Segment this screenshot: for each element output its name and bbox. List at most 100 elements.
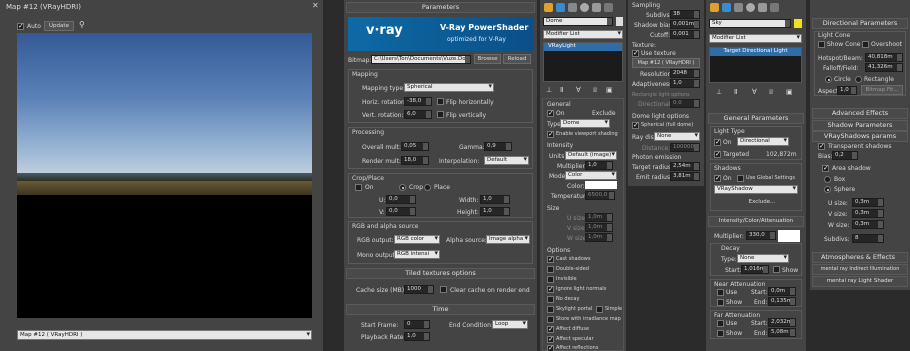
vrayshadows-rollout[interactable]: VRayShadows params bbox=[812, 131, 908, 142]
shadow-params-rollout[interactable]: Shadow Parameters bbox=[812, 120, 908, 131]
motion-tab-icon[interactable] bbox=[580, 3, 589, 12]
dome-type-dropdown[interactable]: Dome bbox=[560, 119, 610, 128]
overshoot-checkbox[interactable] bbox=[862, 41, 869, 48]
show-end-result-icon[interactable]: Ⅱ bbox=[560, 86, 563, 94]
far-end-field[interactable]: 5,08m bbox=[768, 328, 796, 337]
falloff-field[interactable]: 41,326m bbox=[865, 63, 903, 72]
parameters-rollout[interactable]: Parameters bbox=[346, 2, 535, 13]
sky-multiplier-field[interactable]: 330,0 bbox=[746, 231, 776, 240]
targeted-checkbox[interactable] bbox=[714, 150, 721, 158]
modify-tab-icon[interactable] bbox=[556, 3, 565, 12]
auto-checkbox[interactable] bbox=[17, 22, 24, 30]
shadows-on-checkbox[interactable] bbox=[714, 174, 721, 182]
u-size-field[interactable]: 1,0m bbox=[585, 213, 613, 222]
sphere-radio[interactable] bbox=[824, 186, 831, 193]
distance-field[interactable]: 100000,0 bbox=[670, 143, 700, 152]
shadow-w-size-field[interactable]: 0,3m bbox=[852, 220, 884, 229]
w-size-field[interactable]: 1,0m bbox=[585, 233, 613, 242]
shadow-subdivs-field[interactable]: 8 bbox=[852, 234, 884, 243]
end-condition-dropdown[interactable]: Loop bbox=[492, 320, 528, 329]
sky-on-checkbox[interactable] bbox=[714, 138, 721, 146]
shadow-bias-field[interactable]: 0,001m bbox=[670, 20, 700, 29]
decay-type-dropdown[interactable]: None bbox=[737, 254, 789, 263]
near-show-checkbox[interactable] bbox=[717, 299, 724, 306]
v-field[interactable]: 0,0 bbox=[386, 207, 416, 216]
temperature-field[interactable]: 6500,0 bbox=[585, 191, 615, 200]
flip-vertically-checkbox[interactable] bbox=[437, 111, 444, 118]
show-cone-checkbox[interactable] bbox=[818, 41, 825, 48]
intensity-rollout[interactable]: Intensity/Color/Attenuation bbox=[708, 216, 804, 227]
width-field[interactable]: 1,0 bbox=[480, 195, 510, 204]
render-mult-field[interactable]: 18,0 bbox=[401, 156, 429, 165]
resolution-field[interactable]: 2048 bbox=[670, 69, 700, 78]
exclude-button[interactable]: Exclude... bbox=[739, 198, 785, 208]
place-radio[interactable] bbox=[424, 184, 431, 191]
gamma-field[interactable]: 0,9 bbox=[484, 142, 512, 151]
dome-color-swatch[interactable] bbox=[616, 17, 623, 26]
option-affect-diffuse-checkbox[interactable] bbox=[547, 325, 554, 333]
height-field[interactable]: 1,0 bbox=[480, 207, 510, 216]
shadow-v-size-field[interactable]: 0,3m bbox=[852, 209, 884, 218]
dome-stack-item[interactable]: VRayLight bbox=[544, 43, 622, 51]
sky-modifier-list[interactable]: Modifier List bbox=[709, 34, 802, 43]
directional-params-rollout[interactable]: Directional Parameters bbox=[812, 18, 908, 29]
mental-ray-shader-rollout[interactable]: mental ray Light Shader bbox=[812, 276, 908, 287]
sky-remove-modifier-icon[interactable]: ♕ bbox=[768, 88, 774, 96]
dome-modifier-stack[interactable]: VRayLight bbox=[543, 42, 623, 82]
adaptiveness-field[interactable]: 1,0 bbox=[670, 79, 700, 88]
sky-color-box[interactable] bbox=[778, 230, 800, 242]
option-affect-specular-checkbox[interactable] bbox=[547, 335, 554, 343]
bias-field[interactable]: 0,2 bbox=[832, 151, 858, 160]
option-affect-reflections-checkbox[interactable] bbox=[547, 344, 554, 351]
sky-utilities-tab-icon[interactable] bbox=[770, 3, 779, 12]
ray-dist-dropdown[interactable]: None bbox=[654, 132, 700, 141]
near-end-field[interactable]: 0,135m bbox=[768, 297, 796, 306]
remove-modifier-icon[interactable]: ♕ bbox=[592, 86, 598, 94]
sky-name-field[interactable]: Sky bbox=[709, 19, 791, 28]
create-tab-icon[interactable] bbox=[544, 3, 553, 12]
v-size-field[interactable]: 1,0m bbox=[585, 223, 613, 232]
map-select-dropdown[interactable]: Map #12 ( VRayHDRI ) bbox=[17, 330, 312, 340]
far-start-field[interactable]: 2,032m bbox=[768, 318, 796, 327]
texture-map-button[interactable]: Map #12 ( VRayHDRI ) bbox=[632, 58, 700, 68]
transparent-shadows-checkbox[interactable] bbox=[818, 142, 825, 150]
sky-configure-icon[interactable]: ▣ bbox=[786, 88, 793, 96]
sky-stack-item[interactable]: Target Directional Light bbox=[710, 48, 801, 56]
hierarchy-tab-icon[interactable] bbox=[568, 3, 577, 12]
sky-pin-stack-icon[interactable]: ⊥ bbox=[716, 88, 722, 96]
multiplier-field[interactable]: 1,0 bbox=[585, 161, 613, 170]
dome-name-field[interactable]: Dome bbox=[543, 17, 613, 26]
cache-size-field[interactable]: 1000 bbox=[404, 285, 434, 294]
sky-hierarchy-tab-icon[interactable] bbox=[734, 3, 743, 12]
option-no-decay-checkbox[interactable] bbox=[547, 296, 554, 303]
tiled-textures-rollout[interactable]: Tiled textures options bbox=[346, 268, 535, 279]
interpolation-dropdown[interactable]: Default bbox=[484, 156, 529, 165]
option-invisible-checkbox[interactable] bbox=[547, 276, 554, 283]
sky-show-end-icon[interactable]: Ⅱ bbox=[734, 88, 737, 96]
option-ignore-normals-checkbox[interactable] bbox=[547, 285, 554, 293]
directional-field[interactable]: 0,0 bbox=[670, 99, 700, 108]
make-unique-icon[interactable]: ∀ bbox=[576, 86, 581, 94]
configure-modifier-icon[interactable]: ▣ bbox=[606, 86, 613, 94]
start-frame-field[interactable]: 0 bbox=[404, 320, 430, 329]
u-field[interactable]: 0,0 bbox=[386, 195, 416, 204]
target-radius-field[interactable]: 2,54m bbox=[670, 162, 700, 171]
rgb-output-dropdown[interactable]: RGB color bbox=[394, 235, 440, 244]
near-start-field[interactable]: 0,0m bbox=[768, 287, 796, 296]
option-skylight-portal-checkbox[interactable] bbox=[547, 306, 554, 313]
use-texture-checkbox[interactable] bbox=[632, 49, 639, 57]
atmospheres-rollout[interactable]: Atmospheres & Effects bbox=[812, 252, 908, 263]
pin-stack-icon[interactable]: ⊥ bbox=[546, 86, 552, 94]
shadow-type-dropdown[interactable]: VRayShadow bbox=[714, 185, 798, 194]
sky-modifier-stack[interactable]: Target Directional Light bbox=[709, 47, 802, 83]
use-global-checkbox[interactable] bbox=[737, 175, 744, 182]
sky-create-tab-icon[interactable] bbox=[710, 3, 719, 12]
light-type-dropdown[interactable]: Directional bbox=[737, 137, 789, 146]
display-tab-icon[interactable] bbox=[592, 3, 601, 12]
decay-start-field[interactable]: 1,016m bbox=[741, 265, 769, 274]
near-use-checkbox[interactable] bbox=[717, 289, 724, 296]
option-store-irradiance-checkbox[interactable] bbox=[547, 316, 554, 323]
general-parameters-rollout[interactable]: General Parameters bbox=[708, 113, 804, 124]
sky-make-unique-icon[interactable]: ∀ bbox=[752, 88, 757, 96]
bitmap-path-field[interactable]: C:\Users\Ton\Documents\Vuze.Do bbox=[371, 55, 471, 64]
